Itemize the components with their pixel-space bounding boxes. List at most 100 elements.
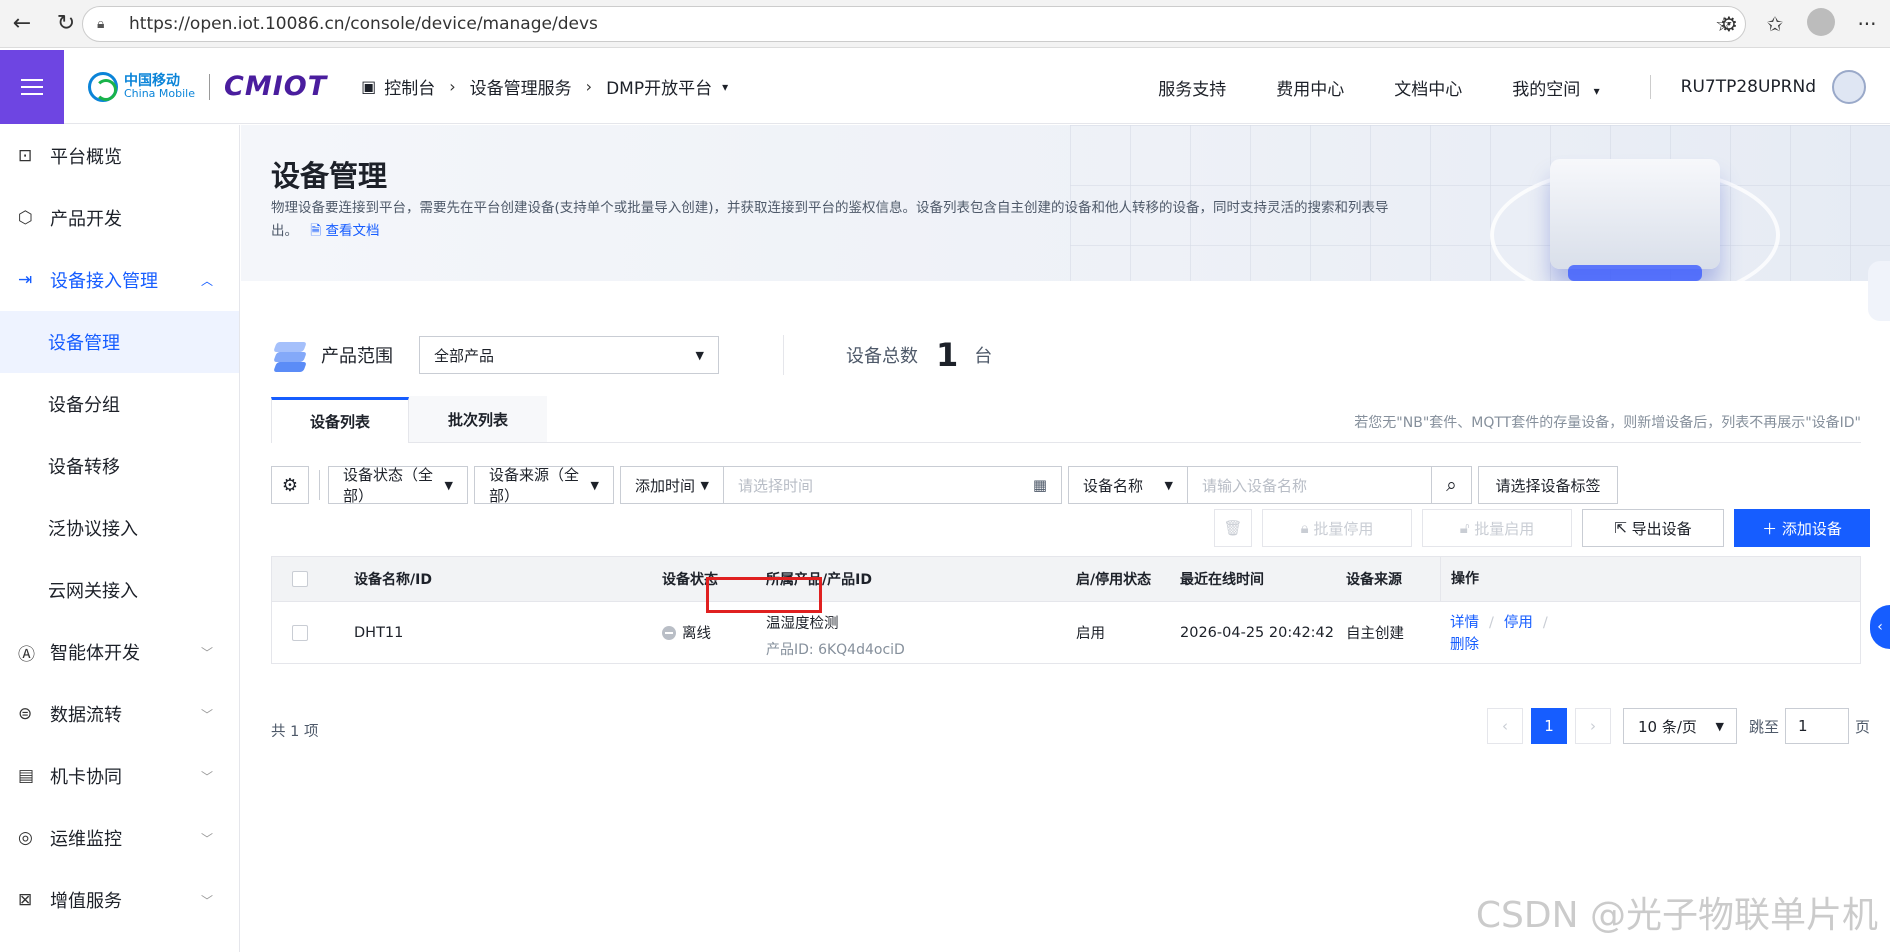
tab-note: 若您无"NB"套件、MQTT套件的存量设备，则新增设备后，列表不再展示"设备ID… [1354, 415, 1861, 431]
source-filter[interactable]: 设备来源（全部） ▼ [474, 466, 614, 505]
col-source: 设备来源 [1346, 572, 1402, 588]
row-checkbox[interactable] [292, 624, 308, 641]
delete-icon[interactable]: 🗑︎ [1214, 509, 1252, 547]
sidebar-subitem-cloud-gateway[interactable]: 云网关接入 [0, 559, 239, 621]
device-access-icon: ⇥ [18, 270, 33, 290]
view-docs-link[interactable]: 🗎︎ 查看文档 [310, 223, 379, 239]
page-size-select[interactable]: 10 条/页 ▼ [1622, 708, 1737, 744]
breadcrumb: ▣ 控制台 › 设备管理服务 › DMP开放平台 ▾ [361, 74, 728, 99]
side-panel-handle[interactable]: ‹ [1870, 605, 1890, 649]
console-icon: ▣ [361, 77, 377, 96]
batch-enable-button[interactable]: 🔓︎ 批量启用 [1422, 509, 1572, 547]
delete-link[interactable]: 删除 [1450, 637, 1479, 653]
page-info-icon[interactable]: 🔒︎ [97, 16, 121, 32]
product-cell: 温湿度检测 产品ID: 6KQ4d4ociD [766, 612, 905, 659]
filter-divider [319, 470, 320, 500]
add-device-button[interactable]: ＋ 添加设备 [1734, 509, 1870, 547]
chevron-right-icon: › [585, 77, 593, 96]
lock-icon: 🔒︎ [1300, 519, 1309, 537]
sidebar-item-sim-coop[interactable]: ▤ 机卡协同 ﹀ [0, 745, 239, 807]
nav-my-space-label: 我的空间 [1512, 79, 1581, 100]
chevron-down-icon[interactable]: ▾ [722, 80, 728, 94]
device-name-search-input[interactable]: 请输入设备名称 [1188, 466, 1432, 504]
breadcrumb-device-service[interactable]: 设备管理服务 [470, 74, 572, 99]
china-mobile-logo[interactable]: 中国移动 China Mobile [88, 71, 195, 102]
sidebar-subitem-generic-protocol[interactable]: 泛协议接入 [0, 497, 239, 559]
nav-docs[interactable]: 文档中心 [1394, 75, 1462, 100]
more-options-icon[interactable]: ··· [1844, 12, 1890, 36]
device-name-search-placeholder: 请输入设备名称 [1202, 476, 1308, 495]
chevron-up-icon: ︿ [200, 273, 213, 288]
product-range-label: 产品范围 [321, 346, 393, 367]
pagination: ‹ 1 › 10 条/页 ▼ 跳至 1 页 [1486, 707, 1870, 745]
col-last-online: 最近在线时间 [1180, 572, 1264, 588]
sidebar-item-data-flow[interactable]: ⊜ 数据流转 ﹀ [0, 683, 239, 745]
search-icon[interactable]: ⌕ [1432, 466, 1472, 504]
cmiot-logo[interactable]: CMIOT [224, 71, 327, 102]
breadcrumb-console[interactable]: 控制台 [384, 74, 435, 99]
device-tag-select[interactable]: 请选择设备标签 [1478, 466, 1618, 504]
caret-down-icon: ▼ [590, 478, 599, 492]
nav-divider [1649, 75, 1651, 99]
sidebar-item-overview[interactable]: ⊡ 平台概览 [0, 125, 239, 187]
extensions-icon[interactable]: ⚙ [1706, 12, 1752, 36]
back-icon[interactable]: ← [0, 0, 44, 48]
tab-device-list[interactable]: 设备列表 [271, 397, 409, 443]
favorites-icon[interactable]: ✩ [1752, 12, 1798, 36]
time-type-select[interactable]: 添加时间 ▼ [620, 466, 724, 504]
sidebar-item-label: 运维监控 [50, 829, 122, 850]
disable-link[interactable]: 停用 [1504, 615, 1533, 631]
sidebar-item-ops-monitor[interactable]: ◎ 运维监控 ﹀ [0, 807, 239, 869]
breadcrumb-dmp[interactable]: DMP开放平台 [606, 74, 712, 99]
row-actions: 详情 / 停用 / 删除 [1450, 612, 1558, 656]
product-name[interactable]: 温湿度检测 [766, 612, 905, 633]
page-1-button[interactable]: 1 [1530, 708, 1567, 744]
sidebar-subitem-device-transfer[interactable]: 设备转移 [0, 435, 239, 497]
status-filter[interactable]: 设备状态（全部） ▼ [328, 466, 468, 505]
caret-down-icon: ▼ [1715, 719, 1724, 733]
next-page-button[interactable]: › [1574, 708, 1611, 744]
sidebar-item-product-dev[interactable]: ⬡ 产品开发 [0, 187, 239, 249]
device-name[interactable]: DHT11 [354, 625, 403, 641]
detail-link[interactable]: 详情 [1450, 615, 1479, 631]
sidebar-item-agent-dev[interactable]: Ⓐ 智能体开发 ﹀ [0, 621, 239, 683]
calendar-icon[interactable]: ▦ [1033, 476, 1047, 494]
sidebar-subitem-device-group[interactable]: 设备分组 [0, 373, 239, 435]
menu-toggle-button[interactable] [0, 49, 64, 124]
sidebar-subitem-device-manage[interactable]: 设备管理 [0, 311, 239, 373]
nav-billing[interactable]: 费用中心 [1276, 75, 1344, 100]
column-settings-icon[interactable]: ⚙ [271, 466, 309, 504]
user-avatar[interactable] [1832, 70, 1866, 104]
caret-down-icon: ▼ [695, 348, 704, 362]
main-content: 设备管理 物理设备要连接到平台，需要先在平台创建设备(支持单个或批量导入创建)，… [241, 125, 1890, 952]
profile-avatar[interactable] [1798, 7, 1844, 41]
time-range-input[interactable]: 请选择时间 ▦ [724, 466, 1062, 504]
col-enable-state: 启/停用状态 [1076, 572, 1152, 588]
floating-assistant[interactable] [1868, 261, 1890, 321]
sidebar: ⊡ 平台概览 ⬡ 产品开发 ⇥ 设备接入管理 ︿ 设备管理 设备分组 设备转移 … [0, 125, 240, 952]
address-bar[interactable]: 🔒︎ https://open.iot.10086.cn/console/dev… [82, 6, 1746, 42]
search-field-select[interactable]: 设备名称 ▼ [1068, 466, 1188, 504]
sidebar-item-device-access[interactable]: ⇥ 设备接入管理 ︿ [0, 249, 239, 311]
product-select[interactable]: 全部产品 ▼ [419, 336, 719, 374]
batch-disable-button[interactable]: 🔒︎ 批量停用 [1262, 509, 1412, 547]
jump-page-input[interactable]: 1 [1784, 708, 1849, 744]
sidebar-item-value-added[interactable]: ⊠ 增值服务 ﹀ [0, 869, 239, 931]
tab-batch-list[interactable]: 批次列表 [409, 396, 547, 442]
export-devices-button[interactable]: ⇱ 导出设备 [1582, 509, 1724, 547]
table-header: 设备名称/ID 设备状态 所属产品/产品ID 启/停用状态 最近在线时间 设备来… [272, 557, 1860, 601]
select-all-checkbox[interactable] [292, 571, 308, 587]
jump-label: 跳至 [1748, 717, 1779, 736]
device-source: 自主创建 [1346, 626, 1404, 642]
nav-my-space[interactable]: 我的空间 ▾ [1512, 75, 1599, 100]
nav-service-support[interactable]: 服务支持 [1158, 75, 1226, 100]
enable-state: 启用 [1076, 626, 1105, 642]
op-separator: / [1489, 615, 1494, 631]
caret-down-icon: ▼ [1164, 478, 1173, 492]
unlock-icon: 🔓︎ [1459, 519, 1470, 537]
device-total-unit: 台 [974, 346, 993, 367]
prev-page-button[interactable]: ‹ [1486, 708, 1523, 744]
username[interactable]: RU7TP28UPRNd [1681, 77, 1816, 97]
chart-icon: ⊡ [18, 146, 33, 166]
chevron-right-icon: › [449, 77, 456, 96]
